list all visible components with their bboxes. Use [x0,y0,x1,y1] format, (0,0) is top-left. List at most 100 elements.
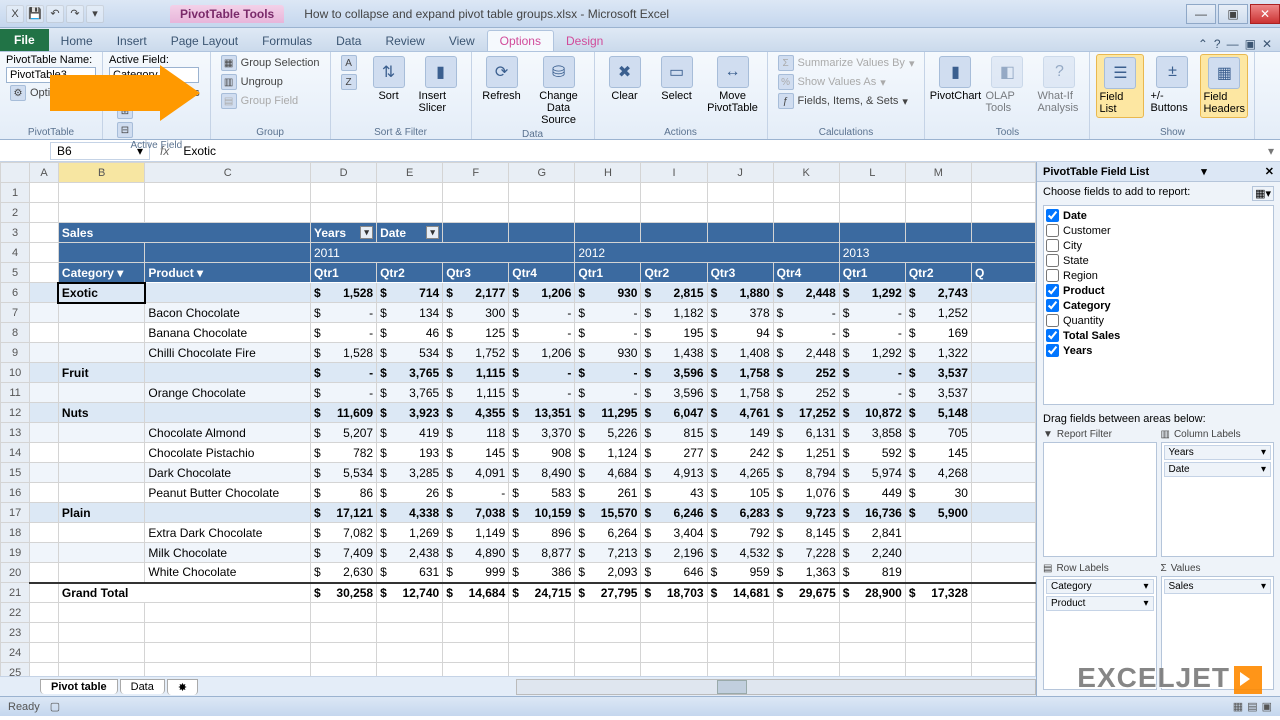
col-header[interactable]: E [377,163,443,183]
field-checkbox[interactable] [1046,269,1059,282]
category-cell[interactable]: Plain [58,503,144,523]
new-sheet-button[interactable]: ✸ [167,679,198,695]
workbook-minimize-icon[interactable]: — [1227,37,1239,51]
area-chip[interactable]: Category▾ [1046,579,1154,594]
years-filter-dropdown[interactable]: ▾ [360,226,373,239]
area-chip[interactable]: Sales▾ [1164,579,1272,594]
sheet-tab-pivot[interactable]: Pivot table [40,679,118,694]
field-checkbox[interactable] [1046,224,1059,237]
macro-record-icon[interactable]: ▢ [50,700,60,713]
field-item[interactable]: State [1046,253,1271,268]
move-button[interactable]: ↔Move PivotTable [705,54,761,116]
field-item[interactable]: Total Sales [1046,328,1271,343]
save-icon[interactable]: 💾 [26,5,44,23]
workbook-restore-icon[interactable]: ▣ [1245,37,1256,51]
product-cell[interactable]: Peanut Butter Chocolate [145,483,311,503]
area-report-filter[interactable] [1043,442,1157,557]
field-checkbox[interactable] [1046,329,1059,342]
category-cell[interactable]: Fruit [58,363,144,383]
col-header[interactable]: G [509,163,575,183]
tab-options[interactable]: Options [487,30,554,51]
tab-design[interactable]: Design [554,31,615,51]
field-item[interactable]: Category [1046,298,1271,313]
group-selection-button[interactable]: ▦Group Selection [217,54,324,72]
insert-slicer-button[interactable]: ▮Insert Slicer [417,54,465,116]
col-header[interactable]: D [311,163,377,183]
excel-icon[interactable]: X [6,5,24,23]
product-cell[interactable]: Extra Dark Chocolate [145,523,311,543]
field-item[interactable]: Years [1046,343,1271,358]
pivotchart-button[interactable]: ▮PivotChart [931,54,979,104]
refresh-button[interactable]: ⟳Refresh [478,54,526,104]
layout-dropdown-icon[interactable]: ▦▾ [1252,186,1274,201]
sort-button[interactable]: ⇅Sort [365,54,413,104]
category-filter-dropdown[interactable]: ▾ [117,266,123,280]
field-item[interactable]: Quantity [1046,313,1271,328]
qat-dropdown-icon[interactable]: ▾ [86,5,104,23]
worksheet-grid[interactable]: ABCDEFGHIJKLM123SalesYears ▾Date ▾420112… [0,162,1036,676]
field-item[interactable]: Date [1046,208,1271,223]
horizontal-scrollbar[interactable] [516,679,1036,695]
change-source-button[interactable]: ⛁Change Data Source [530,54,588,128]
product-filter-dropdown[interactable]: ▾ [197,266,203,280]
area-chip[interactable]: Date▾ [1164,462,1272,477]
formula-input[interactable] [179,143,1262,159]
sort-za-button[interactable]: Z [337,73,361,91]
field-list-toggle[interactable]: ☰Field List [1096,54,1144,118]
tab-view[interactable]: View [437,31,487,51]
field-pane-dropdown-icon[interactable]: ▾ [1201,165,1207,178]
tab-home[interactable]: Home [49,31,105,51]
col-header[interactable]: I [641,163,707,183]
sheet-tab-data[interactable]: Data [120,679,165,694]
expand-formula-icon[interactable]: ▾ [1262,144,1280,158]
workbook-close-icon[interactable]: ✕ [1262,37,1272,51]
minimize-button[interactable]: — [1186,4,1216,24]
category-cell[interactable]: Exotic [58,283,144,303]
product-cell[interactable]: Bacon Chocolate [145,303,311,323]
field-item[interactable]: City [1046,238,1271,253]
product-cell[interactable]: Chocolate Pistachio [145,443,311,463]
field-pane-close-icon[interactable]: ✕ [1265,165,1274,178]
fields-items-button[interactable]: ƒFields, Items, & Sets ▾ [774,92,919,110]
clear-button[interactable]: ✖Clear [601,54,649,104]
redo-icon[interactable]: ↷ [66,5,84,23]
view-normal-icon[interactable]: ▦ [1233,700,1243,713]
field-checkbox[interactable] [1046,299,1059,312]
col-header[interactable]: J [707,163,773,183]
area-chip[interactable]: Product▾ [1046,596,1154,611]
field-checkbox[interactable] [1046,209,1059,222]
category-cell[interactable]: Nuts [58,403,144,423]
sort-az-button[interactable]: A [337,54,361,72]
field-item[interactable]: Product [1046,283,1271,298]
tab-formulas[interactable]: Formulas [250,31,324,51]
product-cell[interactable]: Chocolate Almond [145,423,311,443]
row-header[interactable]: 1 [1,183,30,203]
field-checkbox[interactable] [1046,284,1059,297]
col-header[interactable]: C [145,163,311,183]
date-filter-dropdown[interactable]: ▾ [426,226,439,239]
product-cell[interactable]: Milk Chocolate [145,543,311,563]
view-layout-icon[interactable]: ▤ [1247,700,1257,713]
col-header[interactable]: A [30,163,59,183]
tab-review[interactable]: Review [373,31,436,51]
ungroup-button[interactable]: ▥Ungroup [217,73,324,91]
area-chip[interactable]: Years▾ [1164,445,1272,460]
tab-insert[interactable]: Insert [105,31,159,51]
product-cell[interactable]: Dark Chocolate [145,463,311,483]
col-header[interactable]: L [839,163,905,183]
field-list[interactable]: DateCustomerCityStateRegionProductCatego… [1043,205,1274,405]
col-header[interactable]: F [443,163,509,183]
field-checkbox[interactable] [1046,239,1059,252]
col-header[interactable]: B [58,163,144,183]
field-checkbox[interactable] [1046,314,1059,327]
field-checkbox[interactable] [1046,344,1059,357]
product-cell[interactable]: Banana Chocolate [145,323,311,343]
tab-data[interactable]: Data [324,31,373,51]
tab-page-layout[interactable]: Page Layout [159,31,250,51]
undo-icon[interactable]: ↶ [46,5,64,23]
area-column-labels[interactable]: Years▾ Date▾ [1161,442,1275,557]
col-header[interactable]: K [773,163,839,183]
minimize-ribbon-icon[interactable]: ⌃ [1198,37,1208,51]
select-button[interactable]: ▭Select [653,54,701,104]
help-icon[interactable]: ? [1214,37,1221,51]
